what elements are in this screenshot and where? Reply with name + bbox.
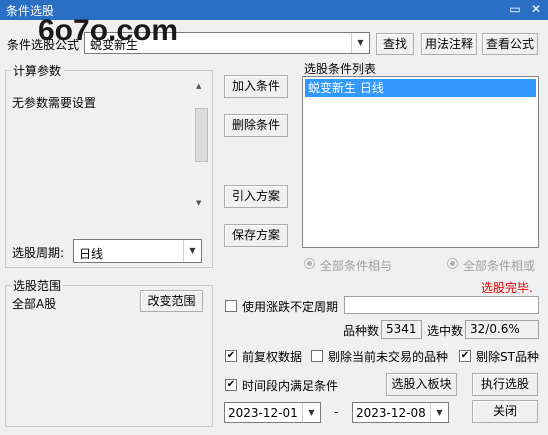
variable-period-input[interactable] (344, 296, 539, 314)
watermark-logo: 6o7o.com (38, 14, 179, 47)
chevron-down-icon[interactable]: ▼ (302, 403, 320, 422)
chevron-down-icon[interactable]: ▼ (183, 240, 201, 262)
status-text: 选股完毕. (481, 281, 533, 295)
end-date-value: 2023-12-08 (356, 406, 426, 420)
period-value: 日线 (79, 247, 104, 261)
count-value: 5341 (381, 320, 422, 339)
exclude-st-checkbox[interactable]: ✔ (459, 350, 471, 362)
count-label: 品种数 (343, 324, 380, 338)
scope-value: 全部A股 (12, 297, 57, 311)
import-scheme-button[interactable]: 引入方案 (224, 185, 288, 208)
forward-adjust-checkbox[interactable]: ✔ (225, 350, 237, 362)
period-satisfy-checkbox[interactable]: ✔ (225, 379, 237, 391)
selected-label: 选中数 (427, 324, 464, 338)
period-satisfy-label: 时间段内满足条件 (242, 379, 339, 393)
period-label: 选股周期: (12, 246, 65, 260)
start-date-picker[interactable]: 2023-12-01 ▼ (224, 402, 321, 423)
no-params-message: 无参数需要设置 (12, 96, 97, 110)
view-formula-button[interactable]: 查看公式 (482, 33, 538, 55)
exclude-untraded-label: 剔除当前未交易的品种 (328, 350, 449, 364)
select-to-block-button[interactable]: 选股入板块 (386, 373, 457, 396)
save-scheme-button[interactable]: 保存方案 (224, 224, 288, 247)
execute-select-button[interactable]: 执行选股 (472, 373, 538, 396)
close-icon[interactable]: ✕ (525, 0, 547, 18)
exclude-st-label: 剔除ST品种 (476, 350, 539, 364)
params-scrollbar[interactable]: ▲ ▼ (193, 82, 209, 210)
logic-or-label: 全部条件相或 (463, 259, 536, 273)
calc-params-title: 计算参数 (11, 62, 64, 79)
chevron-down-icon[interactable]: ▼ (351, 33, 369, 53)
usage-notes-button[interactable]: 用法注释 (421, 33, 477, 55)
logic-and-radio[interactable] (304, 258, 315, 269)
scope-title: 选股范围 (11, 277, 64, 294)
selected-value: 32/0.6% (465, 320, 539, 339)
add-condition-button[interactable]: 加入条件 (224, 75, 288, 98)
exclude-untraded-checkbox[interactable] (311, 350, 323, 362)
change-scope-button[interactable]: 改变范围 (140, 290, 203, 312)
minimize-icon[interactable]: ▭ (504, 0, 526, 18)
start-date-value: 2023-12-01 (228, 406, 298, 420)
condition-list-title: 选股条件列表 (304, 62, 377, 76)
date-separator: - (334, 405, 339, 419)
end-date-picker[interactable]: 2023-12-08 ▼ (352, 402, 449, 423)
scroll-up-icon[interactable]: ▲ (196, 82, 201, 90)
forward-adjust-label: 前复权数据 (242, 350, 303, 364)
variable-period-checkbox[interactable] (225, 300, 237, 312)
delete-condition-button[interactable]: 删除条件 (224, 114, 288, 137)
condition-list[interactable]: 蜕变新生 日线 (302, 76, 539, 248)
variable-period-label: 使用涨跌不定周期 (242, 300, 339, 314)
logic-or-radio[interactable] (447, 258, 458, 269)
period-select[interactable]: 日线 ▼ (73, 239, 202, 263)
chevron-down-icon[interactable]: ▼ (430, 403, 448, 422)
logic-and-label: 全部条件相与 (320, 259, 393, 273)
scroll-down-icon[interactable]: ▼ (196, 199, 201, 207)
scroll-thumb[interactable] (195, 108, 208, 162)
find-button[interactable]: 查找 (376, 33, 414, 55)
close-button[interactable]: 关闭 (472, 400, 538, 423)
list-item[interactable]: 蜕变新生 日线 (305, 79, 536, 97)
